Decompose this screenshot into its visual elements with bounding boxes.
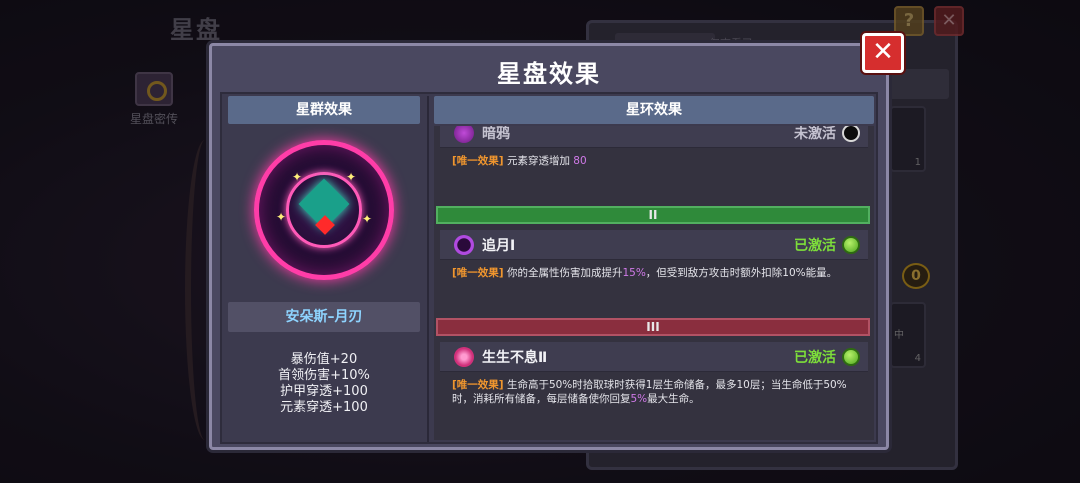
ring-effect-list[interactable]: 暗鸦 未激活 [唯一效果] 元素穿透增加 80 II 追月Ⅰ 已激活 [唯一效果… [434, 126, 874, 440]
effect-name: 暗鸦 [482, 126, 510, 142]
effect-desc-text: ，但受到敌方攻击时额外扣除10%能量。 [645, 267, 838, 279]
tier-divider-iii: III [436, 318, 870, 336]
constellation-emblem-icon: ✦ ✦ ✦ ✦ [254, 140, 394, 280]
column-divider [427, 96, 429, 442]
effect-description: [唯一效果] 你的全属性伤害加成提升15%，但受到敌方攻击时额外扣除10%能量。 [440, 262, 868, 312]
effect-row: 追月Ⅰ 已激活 [440, 230, 868, 260]
effect-description: [唯一效果] 元素穿透增加 80 [440, 150, 868, 188]
effect-desc-text: 元素穿透增加 [503, 155, 574, 167]
effect-name: 追月Ⅰ [482, 237, 516, 254]
ring-effect-panel: 星环效果 暗鸦 未激活 [唯一效果] 元素穿透增加 80 II 追月Ⅰ 已激活 … [434, 96, 874, 440]
effect-status: 已激活 [794, 349, 836, 366]
flower-icon [454, 346, 474, 367]
active-indicator-icon [842, 235, 860, 254]
constellation-stats: 暴伤值+20 首领伤害+10% 护甲穿透+100 元素穿透+100 [228, 352, 420, 416]
effect-status: 未激活 [794, 126, 836, 142]
sparkle-icon: ✦ [276, 210, 287, 224]
star-chart-effects-modal: 星盘效果 ✕ 星群效果 ✦ ✦ ✦ ✦ 安朵斯–月刃 暴伤值+20 首领伤害+1… [209, 33, 904, 450]
effect-desc-text: 你的全属性伤害加成提升 [503, 267, 623, 279]
character-name: 安朵斯–月刃 [228, 302, 420, 332]
effect-name: 生生不息Ⅱ [482, 349, 548, 366]
crow-icon [454, 126, 474, 143]
modal-title: 星盘效果 [497, 60, 601, 88]
effect-desc-value: 15% [622, 267, 646, 279]
modal-body: 星群效果 ✦ ✦ ✦ ✦ 安朵斯–月刃 暴伤值+20 首领伤害+10% 护甲穿透… [220, 92, 878, 444]
sparkle-icon: ✦ [346, 170, 357, 184]
crescent-moon-icon [454, 234, 474, 255]
effect-status: 已激活 [794, 237, 836, 254]
effect-desc-text: 最大生命。 [647, 393, 700, 405]
tier-divider-ii: II [436, 206, 870, 224]
effect-description: [唯一效果] 生命高于50%时拾取球时获得1层生命储备，最多10层；当生命低于5… [440, 374, 868, 440]
sparkle-icon: ✦ [292, 170, 303, 184]
constellation-header: 星群效果 [228, 96, 420, 124]
unique-effect-tag: [唯一效果] [452, 379, 504, 391]
effect-desc-value: 5% [630, 393, 648, 405]
inactive-indicator-icon [842, 126, 860, 142]
unique-effect-tag: [唯一效果] [452, 267, 504, 279]
close-button[interactable]: ✕ [862, 33, 904, 73]
ring-effect-header: 星环效果 [434, 96, 874, 124]
sparkle-icon: ✦ [362, 212, 373, 226]
effect-row: 生生不息Ⅱ 已激活 [440, 342, 868, 372]
stat-line: 首领伤害+10% [278, 368, 370, 383]
constellation-effect-panel: 星群效果 ✦ ✦ ✦ ✦ 安朵斯–月刃 暴伤值+20 首领伤害+10% 护甲穿透… [228, 96, 420, 440]
effect-desc-value: 80 [573, 155, 587, 167]
stat-line: 护甲穿透+100 [280, 384, 368, 399]
stat-line: 暴伤值+20 [290, 352, 358, 367]
stat-line: 元素穿透+100 [280, 400, 368, 415]
effect-row: 暗鸦 未激活 [440, 126, 868, 148]
unique-effect-tag: [唯一效果] [452, 155, 504, 167]
active-indicator-icon [842, 347, 860, 366]
